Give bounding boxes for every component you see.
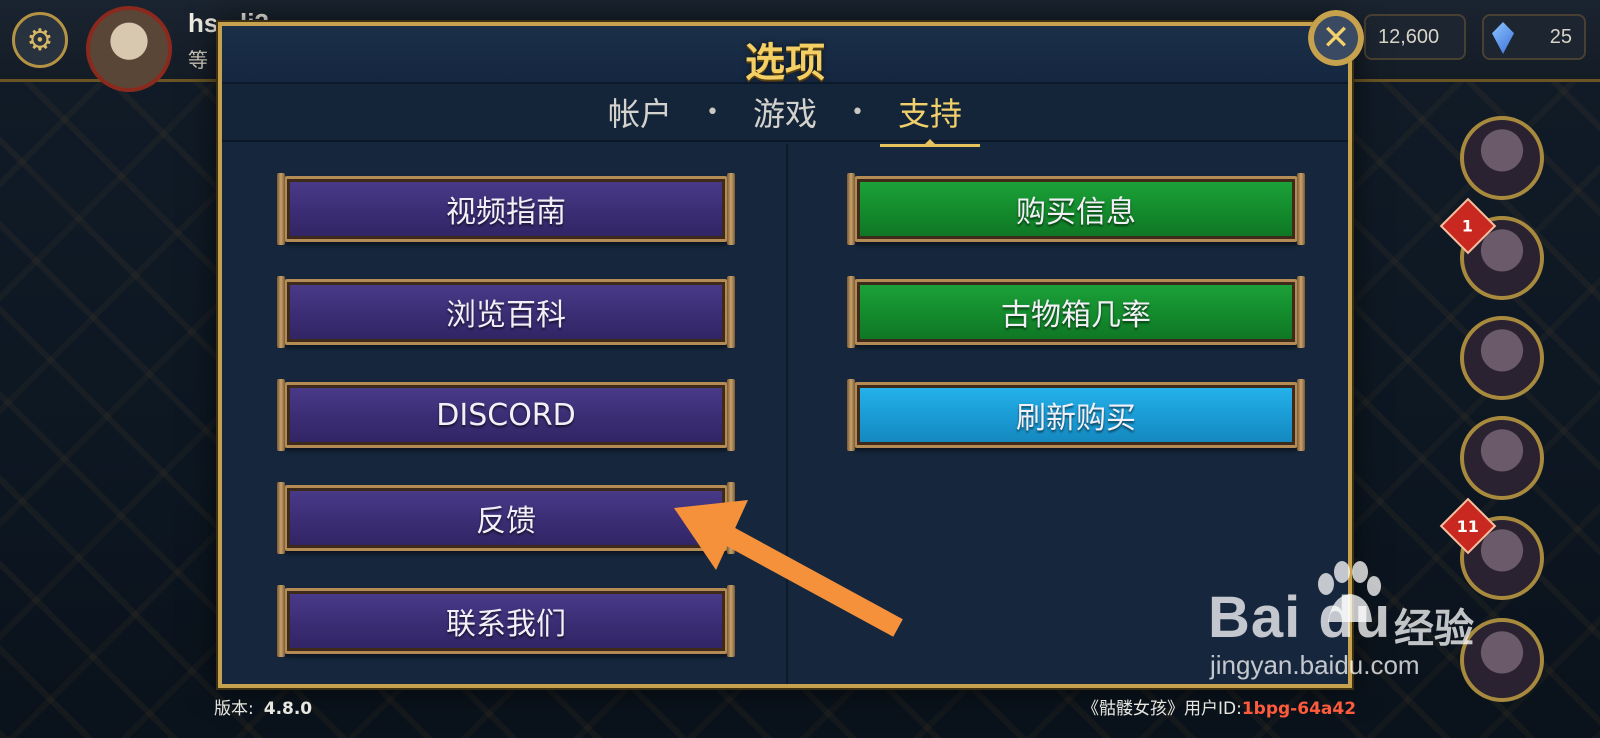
video-guide-button[interactable]: 视频指南 [277, 173, 735, 245]
purchase-info-button[interactable]: 购买信息 [847, 173, 1305, 245]
version-info: 版本: 4.8.0 [214, 694, 312, 719]
user-id-info: 《骷髅女孩》用户ID:1bpg-64a42 [1082, 694, 1356, 719]
annotation-arrow [674, 500, 903, 637]
player-avatar[interactable] [86, 6, 172, 92]
browse-wiki-button[interactable]: 浏览百科 [277, 276, 735, 348]
dialog-header: 选项 [222, 26, 1348, 86]
tab-separator: • [706, 99, 719, 125]
version-number: 4.8.0 [263, 699, 313, 719]
gem-amount: 25 [1549, 25, 1572, 48]
gem-icon [1492, 22, 1514, 54]
side-safe-icon[interactable] [1460, 416, 1544, 500]
watermark-suffix: 经验 [1394, 607, 1474, 651]
tab-support[interactable]: 支持 [879, 89, 981, 147]
baidu-watermark: Bai du 经验 jingyan.baidu.com [1208, 560, 1508, 690]
side-character-icon-1[interactable] [1460, 116, 1544, 200]
badge-count: 1 [1462, 216, 1474, 236]
tab-account[interactable]: 帐户 [602, 89, 678, 135]
tab-game[interactable]: 游戏 [747, 89, 823, 135]
settings-gear-icon[interactable]: ⚙ [12, 12, 68, 68]
coin-counter[interactable]: 12,600 [1364, 14, 1466, 60]
badge-count: 11 [1456, 516, 1480, 536]
gem-counter[interactable]: 25 [1482, 14, 1586, 60]
dialog-title: 选项 [745, 40, 825, 86]
tab-separator: • [851, 99, 864, 125]
game-name-label: 《骷髅女孩》用户ID: [1082, 699, 1242, 719]
watermark-url: jingyan.baidu.com [1210, 650, 1420, 680]
close-icon[interactable]: ✕ [1308, 10, 1364, 66]
refresh-purchases-button[interactable]: 刷新购买 [847, 379, 1305, 451]
tab-bar: 帐户 • 游戏 • 支持 [222, 84, 1348, 147]
player-level: 等 [188, 48, 208, 72]
version-label: 版本: [214, 699, 254, 719]
user-id: 1bpg-64a42 [1241, 699, 1357, 719]
relic-chest-odds-button[interactable]: 古物箱几率 [847, 276, 1305, 348]
watermark-brand: Bai du [1208, 585, 1392, 650]
coin-amount: 12,600 [1378, 25, 1440, 48]
side-character-icon-3[interactable] [1460, 316, 1544, 400]
discord-button[interactable]: DISCORD [277, 379, 735, 451]
